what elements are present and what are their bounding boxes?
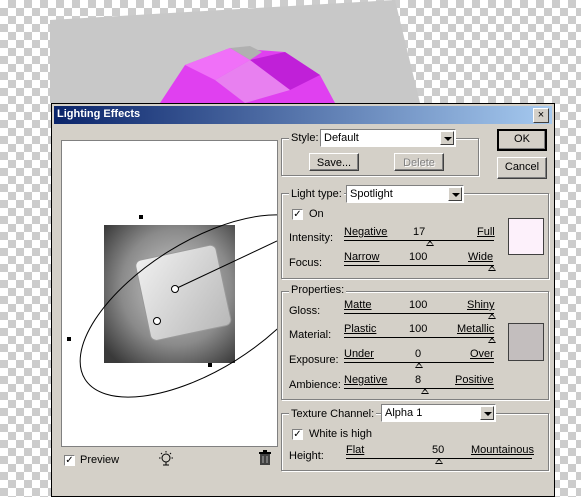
focus-max: Wide — [468, 251, 494, 263]
gloss-max: Shiny — [467, 299, 495, 311]
gloss-label: Gloss: — [289, 305, 321, 317]
exposure-label: Exposure: — [289, 354, 339, 366]
intensity-value: 17 — [413, 226, 426, 238]
ambience-slider-track[interactable] — [344, 388, 494, 389]
cancel-button[interactable]: Cancel — [497, 157, 547, 179]
intensity-slider-track[interactable] — [344, 240, 494, 241]
ambience-min: Negative — [344, 374, 388, 386]
light-type-label: Light type: — [289, 188, 344, 200]
ambience-value: 8 — [415, 374, 422, 386]
light-type-select[interactable]: Spotlight — [346, 185, 464, 203]
light-on-checkbox[interactable]: ✓ — [292, 209, 303, 220]
material-slider-thumb[interactable] — [488, 337, 496, 343]
save-button[interactable]: Save... — [309, 153, 359, 171]
height-max: Mountainous — [471, 444, 534, 456]
texture-channel-label: Texture Channel: — [289, 408, 377, 420]
trash-icon[interactable] — [258, 450, 272, 466]
delete-button[interactable]: Delete — [394, 153, 444, 171]
light-type-value: Spotlight — [350, 188, 393, 200]
material-slider-track[interactable] — [344, 337, 494, 338]
exposure-min: Under — [344, 348, 374, 360]
material-max: Metallic — [457, 323, 495, 335]
chevron-down-icon[interactable] — [448, 187, 462, 201]
intensity-label: Intensity: — [289, 232, 334, 244]
style-select[interactable]: Default — [320, 129, 456, 147]
light-color-swatch[interactable] — [508, 218, 544, 255]
lighting-effects-dialog: Lighting Effects × ✓ Preview Style: Defa… — [51, 103, 555, 497]
chevron-down-icon[interactable] — [480, 406, 494, 420]
material-value: 100 — [409, 323, 428, 335]
ambience-max: Positive — [455, 374, 494, 386]
preview-label: Preview — [80, 454, 120, 466]
exposure-value: 0 — [415, 348, 422, 360]
gloss-slider-thumb[interactable] — [488, 313, 496, 319]
material-label: Material: — [289, 329, 332, 341]
intensity-max: Full — [477, 226, 495, 238]
focus-value: 100 — [409, 251, 428, 263]
height-slider-thumb[interactable] — [435, 458, 443, 464]
focus-slider-thumb[interactable] — [488, 265, 496, 271]
title-bar[interactable]: Lighting Effects × — [54, 106, 552, 124]
height-label: Height: — [289, 450, 324, 462]
ambience-slider-thumb[interactable] — [421, 388, 429, 394]
style-select-value: Default — [324, 132, 359, 144]
exposure-max: Over — [470, 348, 494, 360]
focus-min: Narrow — [344, 251, 380, 263]
dialog-title: Lighting Effects — [57, 108, 141, 120]
height-value: 50 — [432, 444, 445, 456]
properties-color-swatch[interactable] — [508, 323, 544, 361]
preview-checkbox[interactable]: ✓ — [64, 455, 75, 466]
light-on-label: On — [309, 208, 324, 220]
close-button[interactable]: × — [533, 108, 549, 123]
intensity-min: Negative — [344, 226, 388, 238]
gloss-value: 100 — [409, 299, 428, 311]
chevron-down-icon[interactable] — [440, 131, 454, 145]
white-is-high-checkbox[interactable]: ✓ — [292, 429, 303, 440]
texture-channel-value: Alpha 1 — [385, 407, 423, 419]
style-label: Style: — [289, 132, 321, 144]
ok-button[interactable]: OK — [497, 129, 547, 151]
ambience-label: Ambience: — [289, 379, 341, 391]
exposure-slider-thumb[interactable] — [415, 362, 423, 368]
height-min: Flat — [346, 444, 365, 456]
preview-image — [67, 214, 325, 398]
gloss-min: Matte — [344, 299, 372, 311]
intensity-slider-thumb[interactable] — [426, 240, 434, 246]
preview-area[interactable] — [61, 140, 325, 447]
light-bulb-icon[interactable] — [157, 450, 175, 468]
gloss-slider-track[interactable] — [344, 313, 494, 314]
focus-label: Focus: — [289, 257, 323, 269]
texture-channel-select[interactable]: Alpha 1 — [381, 404, 496, 422]
focus-slider-track[interactable] — [344, 265, 494, 266]
material-min: Plastic — [344, 323, 377, 335]
properties-label: Properties: — [289, 284, 347, 296]
white-is-high-label: White is high — [309, 428, 372, 440]
